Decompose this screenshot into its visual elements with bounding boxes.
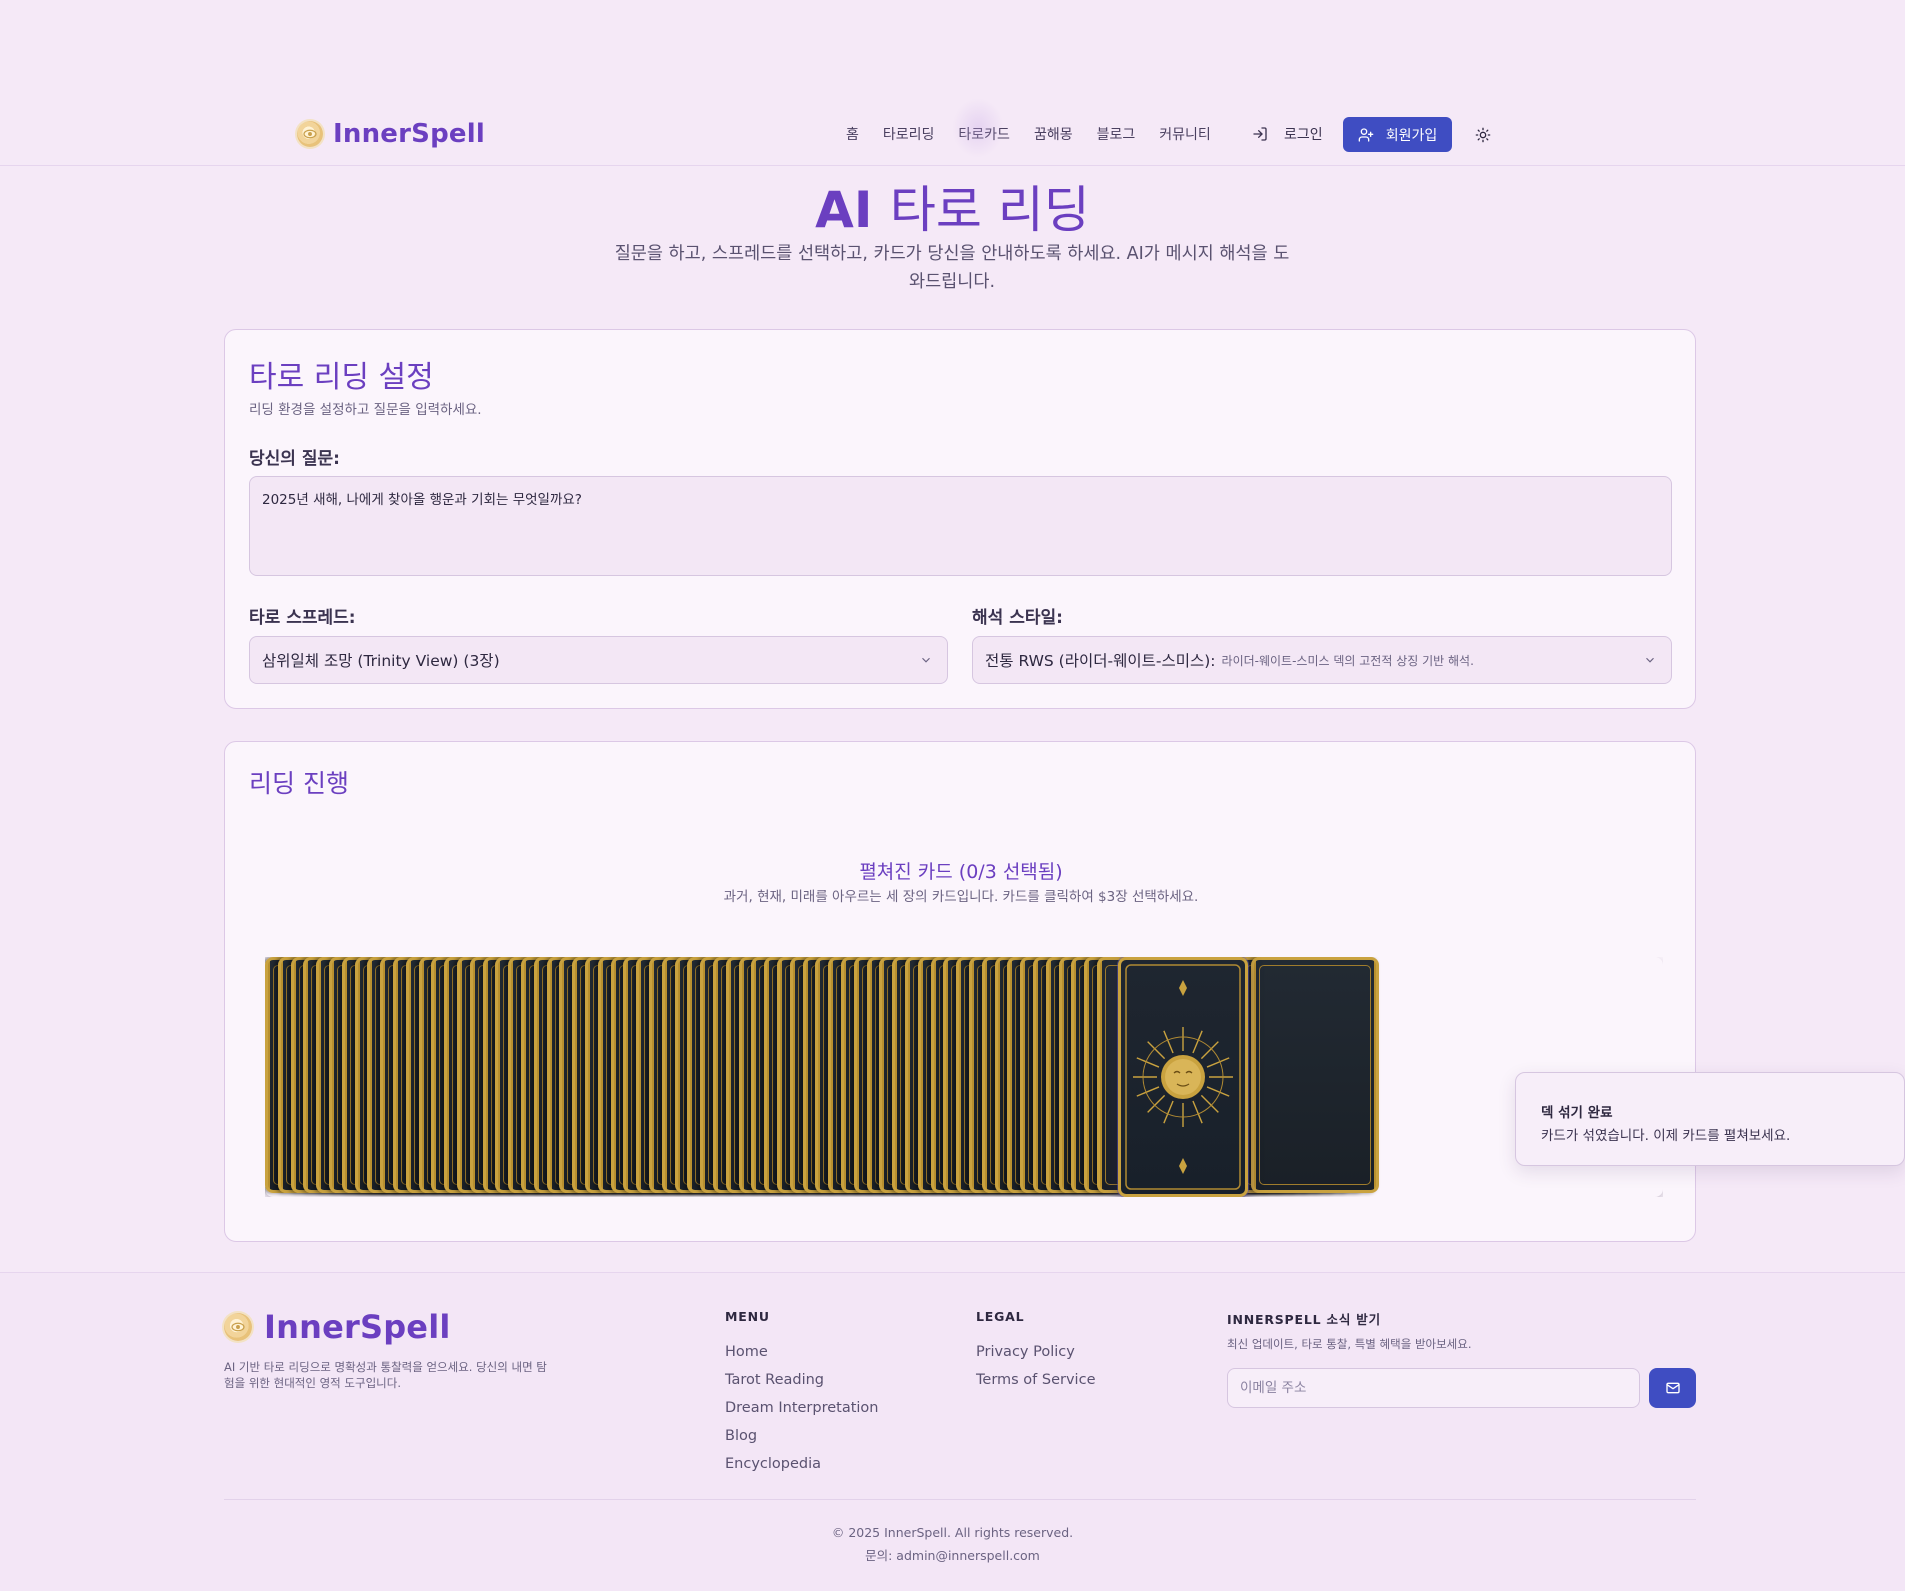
site-footer: InnerSpell AI 기반 타로 리딩으로 명확성과 통찰력을 얻으세요.… [0,1272,1905,1591]
footer-contact: 문의: admin@innerspell.com [865,1548,1040,1563]
footer-legal-title: LEGAL [976,1309,1025,1324]
reading-progress-panel: 리딩 진행 펼쳐진 카드 (0/3 선택됨) 과거, 현재, 미래를 아우르는 … [224,741,1696,1242]
sun-icon [1475,127,1491,143]
footer-link-home[interactable]: Home [725,1344,768,1360]
footer-link-blog[interactable]: Blog [725,1428,757,1444]
spread-select[interactable]: 삼위일체 조망 (Trinity View) (3장) [249,636,948,684]
footer-link-privacy[interactable]: Privacy Policy [976,1344,1075,1360]
footer-brand[interactable]: InnerSpell [224,1308,451,1346]
brand-name: InnerSpell [333,119,485,149]
footer-description: AI 기반 타로 리딩으로 명확성과 통찰력을 얻으세요. 당신의 내면 탐험을… [224,1360,547,1390]
footer-newsletter-description: 최신 업데이트, 타로 통찰, 특별 혜택을 받아보세요. [1227,1337,1472,1351]
page-title: AI 타로 리딩 [0,170,1905,242]
style-select-description: 라이더-웨이트-스미스 덱의 고전적 상징 기반 해석. [1221,653,1474,668]
spread-label: 타로 스프레드: [249,608,356,628]
nav-tarot-reading[interactable]: 타로리딩 [883,124,935,144]
theme-toggle-button[interactable] [1472,124,1494,146]
login-label: 로그인 [1284,126,1323,142]
footer-menu-title: MENU [725,1309,770,1324]
spread-instructions: 과거, 현재, 미래를 아우르는 세 장의 카드입니다. 카드를 클릭하여 $3… [723,889,1199,905]
footer-link-terms[interactable]: Terms of Service [976,1372,1095,1388]
chevron-down-icon [922,657,930,663]
reading-title: 리딩 진행 [249,769,349,798]
brand-link[interactable]: InnerSpell [297,118,485,150]
spread-select-value: 삼위일체 조망 (Trinity View) (3장) [262,652,500,670]
toast-notification[interactable]: 덱 섞기 완료 카드가 섞였습니다. 이제 카드를 펼쳐보세요. [1515,1072,1905,1166]
footer-link-dream[interactable]: Dream Interpretation [725,1400,879,1416]
style-select-value: 전통 RWS (라이더-웨이트-스미스): [985,652,1216,670]
footer-newsletter-title: INNERSPELL 소식 받기 [1227,1312,1381,1327]
signup-label: 회원가입 [1385,127,1438,144]
card-deck[interactable] [265,957,1663,1197]
settings-description: 리딩 환경을 설정하고 질문을 입력하세요. [249,402,482,418]
page-title-ai: AI [815,181,873,239]
login-icon [1253,127,1267,141]
page-subtitle: 질문을 하고, 스프레드를 선택하고, 카드가 당신을 안내하도록 하세요. A… [614,244,1290,292]
main-nav: 홈 타로리딩 타로카드 꿈해몽 블로그 커뮤니티 [846,98,1211,158]
style-label: 해석 스타일: [972,608,1063,628]
card-deck-spread [265,957,1663,1197]
spread-heading: 펼쳐진 카드 (0/3 선택됨) [859,861,1063,883]
tarot-card-back[interactable] [1250,957,1379,1193]
nav-community[interactable]: 커뮤니티 [1159,124,1211,144]
login-button[interactable]: 로그인 [1252,118,1323,150]
style-select[interactable]: 전통 RWS (라이더-웨이트-스미스): 라이더-웨이트-스미스 덱의 고전적… [972,636,1672,684]
nav-blog[interactable]: 블로그 [1097,124,1136,144]
brand-logo-icon [297,121,323,147]
user-plus-icon [1358,127,1374,142]
footer-brand-name: InnerSpell [264,1308,451,1346]
nav-dream[interactable]: 꿈해몽 [1034,124,1073,144]
tarot-card-highlighted[interactable] [1117,957,1248,1197]
toast-title: 덱 섞기 완료 [1541,1105,1613,1121]
question-input[interactable] [249,476,1672,576]
footer-divider [224,1499,1696,1500]
nav-tarot-cards[interactable]: 타로카드 [952,98,1010,158]
sun-face-icon [1125,964,1241,1190]
signup-button[interactable]: 회원가입 [1343,117,1452,152]
site-header: InnerSpell 홈 타로리딩 타로카드 꿈해몽 블로그 커뮤니티 로그인 … [0,0,1905,166]
footer-copyright: © 2025 InnerSpell. All rights reserved. [831,1525,1074,1540]
toast-message: 카드가 섞였습니다. 이제 카드를 펼쳐보세요. [1541,1128,1791,1144]
mail-icon [1665,1382,1680,1394]
question-label: 당신의 질문: [249,449,340,469]
footer-link-tarot-reading[interactable]: Tarot Reading [725,1372,824,1388]
brand-logo-icon [224,1313,252,1341]
chevron-down-icon [1646,657,1654,663]
settings-title: 타로 리딩 설정 [249,360,434,395]
nav-home[interactable]: 홈 [846,124,859,144]
reading-settings-panel: 타로 리딩 설정 리딩 환경을 설정하고 질문을 입력하세요. 당신의 질문: … [224,329,1696,709]
footer-link-encyclopedia[interactable]: Encyclopedia [725,1456,821,1472]
newsletter-submit-button[interactable] [1649,1368,1696,1408]
page-title-rest: 타로 리딩 [889,181,1090,239]
newsletter-email-input[interactable] [1227,1368,1640,1408]
